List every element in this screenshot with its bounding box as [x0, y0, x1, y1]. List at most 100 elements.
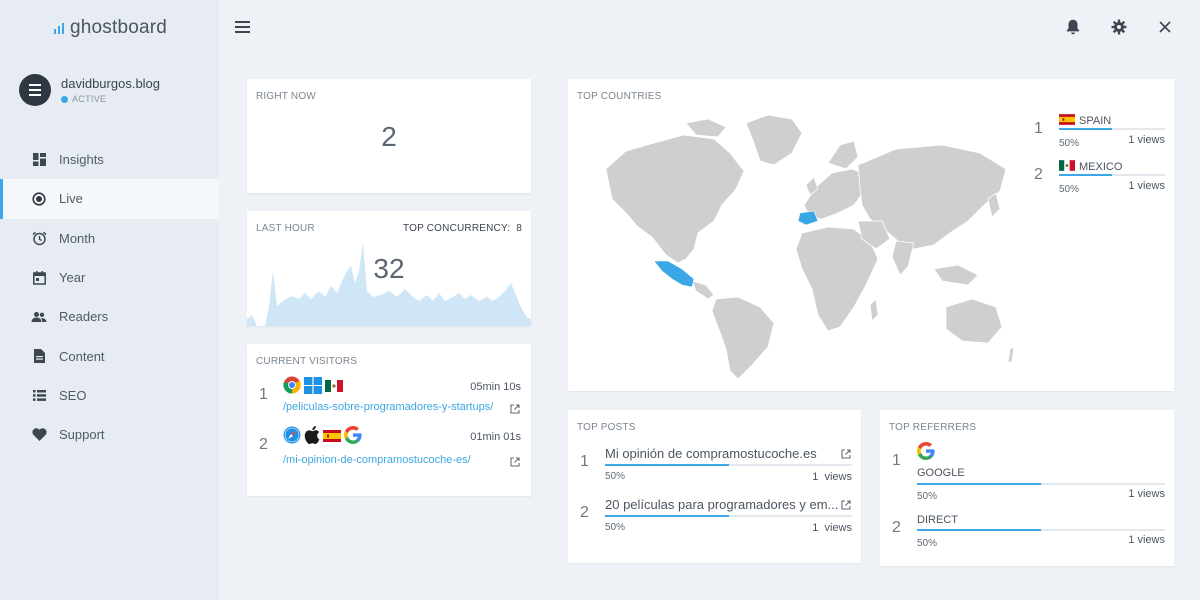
account-switcher[interactable]: davidburgos.blog ACTIVE: [19, 74, 160, 106]
map-region: [891, 240, 915, 276]
country-share-percent: 50%: [1059, 184, 1080, 195]
external-link-icon[interactable]: [841, 446, 851, 459]
post-share-bar: [605, 515, 852, 517]
external-link-icon[interactable]: [841, 497, 851, 510]
sidebar-nav: Insights Live Month Year Readers Content…: [0, 140, 219, 454]
current-visitors-card: CURRENT VISITORS 1 05min 10s /peliculas-…: [247, 344, 531, 496]
country-share-fill: [1059, 128, 1112, 130]
post-rank: 1: [580, 453, 589, 470]
post-share-percent: 50%: [605, 522, 626, 533]
sidebar-item-content[interactable]: Content: [0, 336, 219, 375]
country-views: 1 views: [1128, 134, 1165, 146]
country-share-fill: [1059, 174, 1112, 176]
sidebar-item-live[interactable]: Live: [0, 179, 219, 219]
close-icon[interactable]: [1156, 18, 1174, 36]
sidebar-item-label: Month: [59, 230, 96, 246]
map-region: [869, 298, 879, 322]
map-region: [745, 114, 803, 166]
account-name: davidburgos.blog: [61, 76, 161, 91]
sidebar-item-label: Readers: [59, 309, 109, 325]
windows-icon: [304, 376, 322, 399]
sidebar-item-support[interactable]: Support: [0, 415, 219, 454]
country-share-percent: 50%: [1059, 138, 1080, 149]
world-map: [605, 114, 1015, 380]
map-region: [933, 264, 979, 286]
map-region: [605, 134, 745, 264]
referrer-views: 1 views: [1128, 534, 1165, 546]
post-share-bar: [605, 464, 852, 466]
visitor-page-link[interactable]: /mi-opinion-de-compramostucoche-es/: [283, 454, 471, 466]
country-name: SPAIN: [1059, 114, 1111, 128]
topbar-actions: [1064, 18, 1174, 36]
country-views: 1 views: [1128, 180, 1165, 192]
last-hour-card: LAST HOUR TOP CONCURRENCY: 8 32: [247, 211, 531, 326]
map-region: [685, 118, 727, 138]
referrer-share-fill: [917, 483, 1041, 485]
referrer-rank: 2: [892, 519, 901, 536]
spain-flag-icon: [1059, 114, 1075, 128]
country-share-bar: [1059, 128, 1165, 130]
post-share-percent: 50%: [605, 471, 626, 482]
bell-icon[interactable]: [1064, 18, 1082, 36]
sidebar-item-label: Support: [59, 427, 105, 443]
alarm-clock-icon: [31, 230, 47, 246]
sidebar-item-seo[interactable]: SEO: [0, 376, 219, 415]
post-views: 1 views: [812, 522, 852, 534]
post-title[interactable]: Mi opinión de compramostucoche.es: [605, 446, 817, 461]
map-region: [795, 226, 879, 332]
status-dot-icon: [61, 95, 68, 103]
sidebar-item-label: Live: [59, 191, 83, 207]
referrer-name: GOOGLE: [917, 467, 965, 479]
external-link-icon[interactable]: [510, 401, 520, 414]
sidebar-item-label: Insights: [59, 152, 104, 168]
calendar-icon: [31, 270, 47, 286]
country-rank: 2: [1034, 166, 1043, 183]
menu-toggle-icon[interactable]: [235, 21, 250, 33]
map-region: [711, 296, 775, 380]
country-share-bar: [1059, 174, 1165, 176]
list-icon: [31, 387, 47, 403]
heart-icon: [31, 427, 47, 443]
card-title: CURRENT VISITORS: [256, 356, 358, 367]
logo[interactable]: ghostboard: [54, 17, 167, 39]
sidebar-item-label: Content: [59, 348, 105, 364]
map-region-spain[interactable]: [797, 210, 819, 226]
logo-text: ghostboard: [70, 17, 168, 38]
last-hour-count: 32: [373, 253, 405, 284]
post-title[interactable]: 20 películas para programadores y em...: [605, 497, 838, 512]
referrer-share-bar: [917, 483, 1165, 485]
sidebar-item-year[interactable]: Year: [0, 258, 219, 297]
referrer-share-fill: [917, 529, 1041, 531]
right-now-card: RIGHT NOW 2: [247, 79, 531, 193]
live-dot-icon: [31, 191, 47, 207]
sidebar-item-insights[interactable]: Insights: [0, 140, 219, 179]
logo-bars-icon: [54, 22, 64, 34]
card-title: RIGHT NOW: [256, 91, 316, 102]
gear-icon[interactable]: [1110, 18, 1128, 36]
referrer-rank: 1: [892, 452, 901, 469]
mexico-flag-icon: [1059, 160, 1075, 174]
map-region: [691, 280, 715, 300]
top-posts-card: TOP POSTS 1 Mi opinión de compramostucoc…: [568, 410, 861, 563]
mexico-flag-icon: [325, 379, 343, 397]
visit-duration: 05min 10s: [470, 381, 521, 393]
post-share-fill: [605, 515, 729, 517]
top-countries-card: TOP COUNTRIES 1 SPAIN 50% 1 views 2 MEXI…: [568, 79, 1174, 391]
google-icon: [344, 426, 362, 449]
sidebar-item-month[interactable]: Month: [0, 219, 219, 258]
sidebar-item-label: SEO: [59, 387, 87, 403]
visitor-icons: [283, 426, 362, 449]
map-region: [1007, 346, 1015, 364]
external-link-icon[interactable]: [510, 454, 520, 467]
visitor-page-link[interactable]: /peliculas-sobre-programadores-y-startup…: [283, 401, 493, 413]
document-icon: [31, 348, 47, 364]
card-title: TOP POSTS: [577, 422, 636, 433]
referrer-share-bar: [917, 529, 1165, 531]
map-region-mexico[interactable]: [653, 260, 695, 288]
blog-avatar: [19, 74, 51, 106]
sidebar-item-readers[interactable]: Readers: [0, 297, 219, 336]
account-status: ACTIVE: [61, 94, 160, 104]
chrome-icon: [283, 376, 301, 399]
card-title: TOP REFERRERS: [889, 422, 977, 433]
referrer-share-percent: 50%: [917, 491, 938, 502]
